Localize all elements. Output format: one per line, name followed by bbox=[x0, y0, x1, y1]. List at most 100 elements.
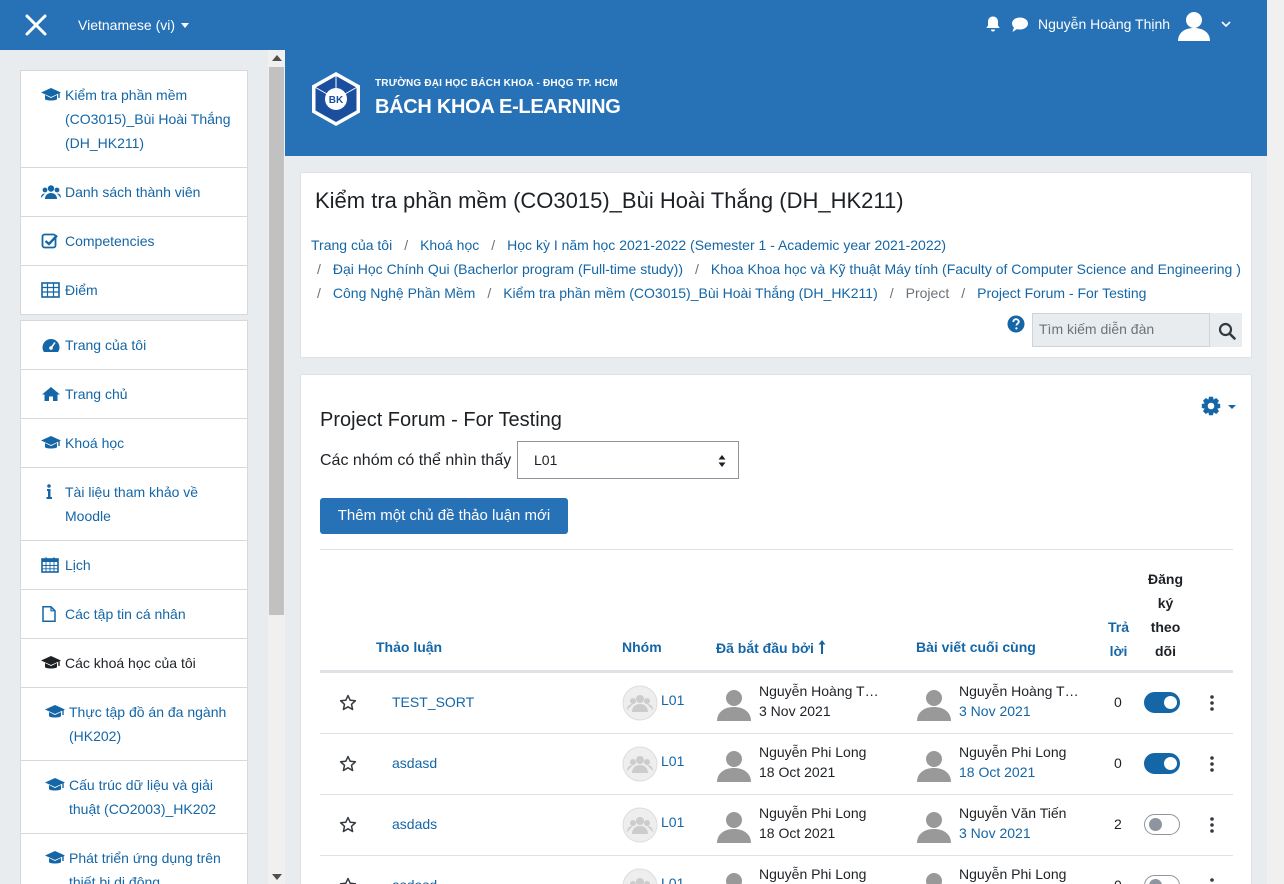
user-name[interactable]: Nguyễn Hoàng Thịnh bbox=[1038, 16, 1170, 32]
starter-name[interactable]: Nguyễn Hoàng Thịnh bbox=[759, 683, 885, 699]
breadcrumb-item[interactable]: Khoa Khoa học và Kỹ thuật Máy tính (Facu… bbox=[711, 257, 1241, 281]
starter-name[interactable]: Nguyễn Phi Long bbox=[759, 805, 885, 821]
table-row: asdasd L01 Nguyễn Phi Long 18 Oct 2021 N… bbox=[320, 734, 1233, 795]
sidebar-item-course[interactable]: Kiểm tra phần mềm (CO3015)_Bùi Hoài Thắn… bbox=[21, 71, 247, 168]
breadcrumb-separator: / bbox=[404, 237, 409, 253]
starter-name[interactable]: Nguyễn Phi Long bbox=[759, 866, 885, 882]
add-discussion-button[interactable]: Thêm một chủ đề thảo luận mới bbox=[320, 498, 568, 534]
last-post-user[interactable]: Nguyễn Văn Tiến bbox=[959, 805, 1085, 821]
banner-subtitle: TRƯỜNG ĐẠI HỌC BÁCH KHOA - ĐHQG TP. HCM bbox=[375, 78, 618, 89]
breadcrumb-separator: / bbox=[961, 285, 966, 301]
sidebar-item-label: Cấu trúc dữ liệu và giải thuật (CO2003)_… bbox=[69, 777, 217, 817]
breadcrumb-item[interactable]: Đại Học Chính Qui (Bacherlor program (Fu… bbox=[333, 257, 683, 281]
last-post-user[interactable]: Nguyễn Phi Long bbox=[959, 744, 1085, 760]
sidebar-item-home[interactable]: Trang chủ bbox=[21, 370, 247, 419]
calendar-icon bbox=[41, 557, 59, 573]
search-button[interactable] bbox=[1210, 313, 1242, 347]
close-icon[interactable] bbox=[22, 11, 50, 39]
column-replies-line: lời bbox=[1109, 643, 1128, 659]
scroll-down-arrow-icon[interactable] bbox=[272, 874, 282, 880]
group-link[interactable]: L01 bbox=[661, 753, 684, 769]
sidebar-item-my-courses[interactable]: Các khoá học của tôi bbox=[21, 639, 247, 688]
check-square-icon bbox=[41, 233, 58, 249]
scroll-up-arrow-icon[interactable] bbox=[272, 55, 282, 61]
sidebar-item-courses[interactable]: Khoá học bbox=[21, 419, 247, 468]
site-banner: BK TRƯỜNG ĐẠI HỌC BÁCH KHOA - ĐHQG TP. H… bbox=[285, 50, 1267, 156]
star-icon[interactable] bbox=[339, 877, 357, 884]
breadcrumb-item[interactable]: Kiểm tra phần mềm (CO3015)_Bùi Hoài Thắn… bbox=[503, 281, 878, 305]
group-select[interactable]: L01 bbox=[517, 441, 739, 479]
last-post-date[interactable]: 18 Oct 2021 bbox=[959, 764, 1035, 780]
breadcrumb-item[interactable]: Công Nghệ Phần Mềm bbox=[333, 281, 475, 305]
group-link[interactable]: L01 bbox=[661, 814, 684, 830]
chevron-down-icon[interactable] bbox=[1221, 20, 1231, 28]
discussion-link[interactable]: asdads bbox=[392, 816, 437, 832]
discussion-link[interactable]: TEST_SORT bbox=[392, 694, 474, 710]
subscribe-toggle[interactable] bbox=[1144, 814, 1180, 835]
column-group[interactable]: Nhóm bbox=[622, 639, 662, 655]
last-post-user[interactable]: Nguyễn Hoàng Thịnh bbox=[959, 683, 1085, 699]
sidebar-item-calendar[interactable]: Lịch bbox=[21, 541, 247, 590]
bell-icon[interactable] bbox=[984, 15, 1002, 33]
user-avatar-icon bbox=[926, 873, 942, 884]
last-post-date[interactable]: 3 Nov 2021 bbox=[959, 703, 1031, 719]
sidebar-item-label: Kiểm tra phần mềm (CO3015)_Bùi Hoài Thắn… bbox=[65, 87, 231, 151]
sidebar-item-participants[interactable]: Danh sách thành viên bbox=[21, 168, 247, 217]
sidebar-item-label: Thực tập đồ án đa ngành (HK202) bbox=[69, 704, 227, 744]
discussion-link[interactable]: asdasd bbox=[392, 877, 437, 884]
column-discussion[interactable]: Thảo luận bbox=[376, 639, 442, 655]
scrollbar-thumb[interactable] bbox=[269, 67, 284, 615]
discussion-link[interactable]: asdasd bbox=[392, 755, 437, 771]
language-menu[interactable]: Vietnamese (vi) bbox=[78, 17, 190, 33]
help-icon[interactable] bbox=[1007, 315, 1025, 333]
table-header: Thảo luận Nhóm Đã bắt đầu bởi Bài viết c… bbox=[320, 549, 1233, 673]
starter-name[interactable]: Nguyễn Phi Long bbox=[759, 744, 885, 760]
sidebar-item-course-mobile[interactable]: Phát triển ứng dụng trên thiết bị di độn… bbox=[21, 834, 247, 884]
group-link[interactable]: L01 bbox=[661, 692, 684, 708]
last-post-user[interactable]: Nguyễn Phi Long bbox=[959, 866, 1085, 882]
users-icon bbox=[41, 185, 61, 199]
column-replies[interactable]: Trả lời bbox=[1108, 615, 1129, 663]
last-post-date[interactable]: 3 Nov 2021 bbox=[959, 825, 1031, 841]
breadcrumb-item[interactable]: Khoá học bbox=[420, 233, 479, 257]
gear-menu-icon[interactable] bbox=[1200, 394, 1238, 418]
more-options-icon[interactable] bbox=[1210, 817, 1214, 833]
star-icon[interactable] bbox=[339, 755, 357, 773]
sidebar-item-private-files[interactable]: Các tập tin cá nhân bbox=[21, 590, 247, 639]
sidebar-item-competencies[interactable]: Competencies bbox=[21, 217, 247, 266]
page-scrollbar[interactable] bbox=[1267, 0, 1284, 884]
subscribe-toggle[interactable] bbox=[1144, 692, 1180, 713]
sidebar-scrollbar[interactable] bbox=[268, 50, 285, 884]
caret-down-icon bbox=[181, 22, 190, 28]
breadcrumb-item[interactable]: Project Forum - For Testing bbox=[977, 281, 1146, 305]
column-started-by[interactable]: Đã bắt đầu bởi bbox=[716, 639, 826, 656]
subscribe-toggle[interactable] bbox=[1144, 875, 1180, 884]
forum-main: Project Forum - For Testing Các nhóm có … bbox=[300, 374, 1252, 884]
column-subscribe-line: Đăng bbox=[1148, 571, 1183, 587]
column-last-post[interactable]: Bài viết cuối cùng bbox=[916, 639, 1036, 655]
star-icon[interactable] bbox=[339, 694, 357, 712]
chat-icon[interactable] bbox=[1011, 16, 1029, 33]
group-select-value: L01 bbox=[534, 452, 558, 468]
info-icon bbox=[46, 484, 52, 499]
forum-search-input[interactable]: Tìm kiếm diễn đàn bbox=[1032, 313, 1210, 347]
breadcrumb-item[interactable]: Trang của tôi bbox=[311, 233, 392, 257]
star-icon[interactable] bbox=[339, 816, 357, 834]
more-options-icon[interactable] bbox=[1210, 695, 1214, 711]
sidebar-item-label: Tài liệu tham khảo về Moodle bbox=[65, 484, 199, 524]
breadcrumb-item[interactable]: Học kỳ I năm học 2021-2022 (Semester 1 -… bbox=[507, 233, 946, 257]
sidebar-item-moodle-docs[interactable]: Tài liệu tham khảo về Moodle bbox=[21, 468, 247, 541]
user-avatar-icon bbox=[917, 690, 951, 721]
sidebar-item-grades[interactable]: Điểm bbox=[21, 266, 247, 314]
sidebar-item-dashboard[interactable]: Trang của tôi bbox=[21, 321, 247, 370]
subscribe-toggle[interactable] bbox=[1144, 753, 1180, 774]
breadcrumb: Trang của tôi / Khoá học / Học kỳ I năm … bbox=[311, 233, 1246, 305]
course-nav-group: Kiểm tra phần mềm (CO3015)_Bùi Hoài Thắn… bbox=[20, 70, 248, 315]
bk-logo-icon: BK bbox=[312, 72, 360, 126]
avatar-icon[interactable] bbox=[1176, 7, 1212, 43]
sidebar-item-course-hk202[interactable]: Thực tập đồ án đa ngành (HK202) bbox=[21, 688, 247, 761]
group-link[interactable]: L01 bbox=[661, 875, 684, 884]
more-options-icon[interactable] bbox=[1210, 756, 1214, 772]
sidebar-item-course-co2003[interactable]: Cấu trúc dữ liệu và giải thuật (CO2003)_… bbox=[21, 761, 247, 834]
more-options-icon[interactable] bbox=[1210, 878, 1214, 884]
